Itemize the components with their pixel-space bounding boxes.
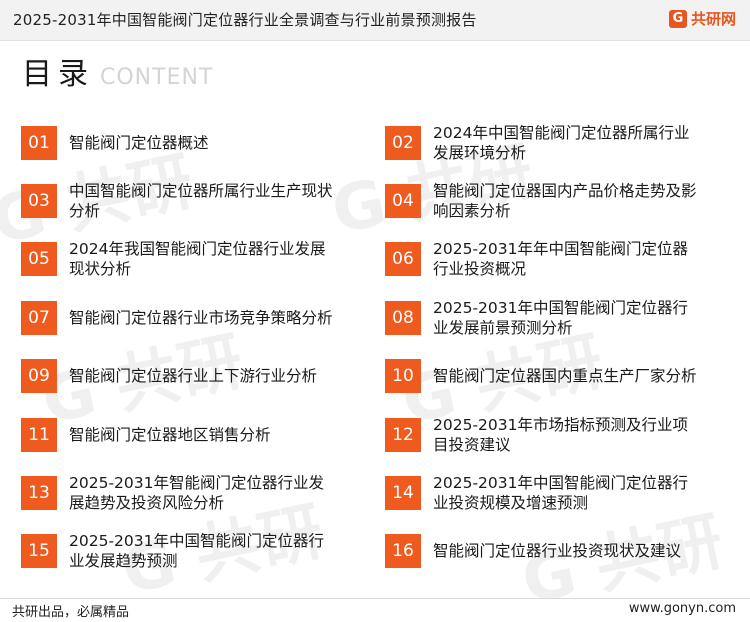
toc-item: 10 智能阀门定位器国内重点生产厂家分析 bbox=[385, 352, 705, 400]
toc-label: 2024年我国智能阀门定位器行业发展现状分析 bbox=[69, 240, 326, 278]
toc-number: 05 bbox=[21, 242, 57, 276]
toc-number: 15 bbox=[21, 534, 57, 568]
toc-label: 2025-2031年中国智能阀门定位器行业发展趋势预测 bbox=[69, 532, 324, 570]
toc-number: 09 bbox=[21, 359, 57, 393]
toc-label: 智能阀门定位器地区销售分析 bbox=[69, 426, 271, 444]
toc-item: 07 智能阀门定位器行业市场竞争策略分析 bbox=[21, 294, 341, 342]
toc-item: 04 智能阀门定位器国内产品价格走势及影响因素分析 bbox=[385, 177, 705, 225]
footer-divider bbox=[0, 598, 750, 599]
toc-number: 11 bbox=[21, 418, 57, 452]
toc-number: 12 bbox=[385, 418, 421, 452]
toc-label: 2025-2031年市场指标预测及行业项目投资建议 bbox=[433, 416, 688, 454]
toc-number: 10 bbox=[385, 359, 421, 393]
toc-label: 2025-2031年智能阀门定位器行业发展趋势及投资风险分析 bbox=[69, 474, 324, 512]
toc-label: 智能阀门定位器概述 bbox=[69, 134, 209, 152]
toc-number: 08 bbox=[385, 301, 421, 335]
toc-label: 中国智能阀门定位器所属行业生产现状分析 bbox=[69, 182, 333, 220]
toc-item: 05 2024年我国智能阀门定位器行业发展现状分析 bbox=[21, 235, 341, 283]
toc-item: 16 智能阀门定位器行业投资现状及建议 bbox=[385, 527, 705, 575]
toc-number: 06 bbox=[385, 242, 421, 276]
toc-number: 03 bbox=[21, 184, 57, 218]
toc-number: 13 bbox=[21, 476, 57, 510]
toc-label: 智能阀门定位器行业上下游行业分析 bbox=[69, 367, 318, 385]
toc-item: 13 2025-2031年智能阀门定位器行业发展趋势及投资风险分析 bbox=[21, 469, 341, 517]
toc-label: 智能阀门定位器行业投资现状及建议 bbox=[433, 542, 682, 560]
toc-item: 08 2025-2031年中国智能阀门定位器行业发展前景预测分析 bbox=[385, 294, 705, 342]
toc-item: 15 2025-2031年中国智能阀门定位器行业发展趋势预测 bbox=[21, 527, 341, 575]
toc-label: 智能阀门定位器行业市场竞争策略分析 bbox=[69, 309, 333, 327]
toc-item: 14 2025-2031年中国智能阀门定位器行业投资规模及增速预测 bbox=[385, 469, 705, 517]
toc-number: 02 bbox=[385, 126, 421, 160]
toc-item: 09 智能阀门定位器行业上下游行业分析 bbox=[21, 352, 341, 400]
toc-item: 11 智能阀门定位器地区销售分析 bbox=[21, 411, 341, 459]
toc-number: 07 bbox=[21, 301, 57, 335]
toc-item: 02 2024年中国智能阀门定位器所属行业发展环境分析 bbox=[385, 119, 705, 167]
toc-label: 2025-2031年中国智能阀门定位器行业投资规模及增速预测 bbox=[433, 474, 688, 512]
toc-item: 01 智能阀门定位器概述 bbox=[21, 119, 341, 167]
footer-slogan: 共研出品，必属精品 bbox=[12, 605, 130, 620]
report-toc-page: G 共研 G 共研 G 共研 G 共研 G 共研 G 共研 2025-2031年… bbox=[0, 0, 750, 622]
toc-item: 03 中国智能阀门定位器所属行业生产现状分析 bbox=[21, 177, 341, 225]
toc-label: 2025-2031年中国智能阀门定位器行业发展前景预测分析 bbox=[433, 299, 688, 337]
footer-url: www.gonyn.com bbox=[628, 601, 736, 616]
toc-number: 04 bbox=[385, 184, 421, 218]
toc-label: 智能阀门定位器国内产品价格走势及影响因素分析 bbox=[433, 182, 697, 220]
table-of-contents: 01 智能阀门定位器概述 02 2024年中国智能阀门定位器所属行业发展环境分析… bbox=[0, 0, 750, 622]
toc-number: 01 bbox=[21, 126, 57, 160]
toc-label: 2024年中国智能阀门定位器所属行业发展环境分析 bbox=[433, 124, 690, 162]
toc-label: 2025-2031年年中国智能阀门定位器行业投资概况 bbox=[433, 240, 688, 278]
toc-item: 06 2025-2031年年中国智能阀门定位器行业投资概况 bbox=[385, 235, 705, 283]
toc-number: 14 bbox=[385, 476, 421, 510]
toc-label: 智能阀门定位器国内重点生产厂家分析 bbox=[433, 367, 697, 385]
toc-number: 16 bbox=[385, 534, 421, 568]
toc-item: 12 2025-2031年市场指标预测及行业项目投资建议 bbox=[385, 411, 705, 459]
